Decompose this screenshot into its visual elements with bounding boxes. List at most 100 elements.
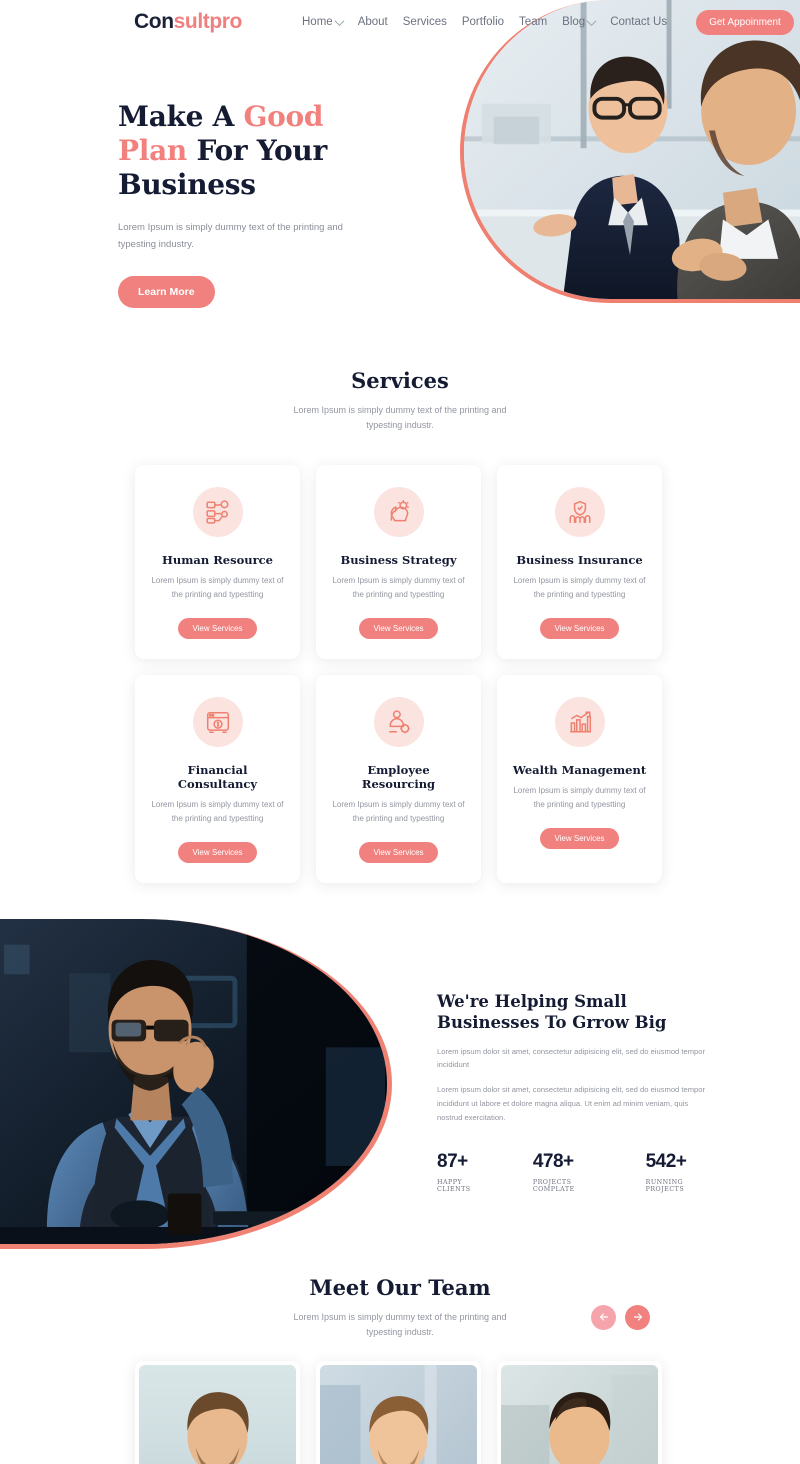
nav-item-services[interactable]: Services [403, 16, 447, 28]
view-services-button[interactable]: View Services [540, 617, 619, 639]
brand-logo-part2: sultpro [173, 10, 243, 33]
nav-item-about[interactable]: About [358, 16, 388, 28]
stat-projects-complate: 478+ Projects Complate [533, 1151, 598, 1193]
service-card-title: Business Strategy [340, 552, 457, 567]
hero-subtitle: Lorem Ipsum is simply dummy text of the … [118, 222, 343, 251]
view-services-button[interactable]: View Services [359, 841, 438, 863]
browser-money-icon [192, 696, 243, 747]
head-idea-icon [373, 486, 424, 537]
nav-item-contact-us[interactable]: Contact Us [610, 16, 667, 28]
stat-label: Running Projects [645, 1178, 685, 1193]
service-card[interactable]: Business Insurance Lorem Ipsum is simply… [497, 464, 662, 659]
main-navigation: Consultpro Home About Services Portfolio… [0, 0, 800, 44]
arrow-left-icon[interactable] [591, 1304, 616, 1330]
portrait-illustration [139, 1365, 296, 1464]
team-member-photo-1 [139, 1365, 296, 1464]
team-subtitle: Lorem Ipsum is simply dummy text of the … [293, 1311, 507, 1337]
nav-item-portfolio[interactable]: Portfolio [462, 16, 504, 28]
team-title: Meet Our Team [309, 1274, 491, 1300]
service-card[interactable]: Wealth Management Lorem Ipsum is simply … [497, 674, 662, 883]
team-member-card[interactable]: Manager Jacks Killis [316, 1361, 481, 1464]
team-member-card[interactable]: Manager Jacks Killis [497, 1361, 662, 1464]
hero-title-highlight2: Plan [118, 134, 187, 168]
hero-title-part3: Business [118, 168, 256, 202]
stat-label: Happy Clients [437, 1178, 471, 1193]
about-image-shape [0, 918, 392, 1249]
service-card-desc: Lorem Ipsum is simply dummy text of the … [332, 799, 465, 823]
nav-item-home-label: Home [302, 16, 333, 28]
nav-item-team[interactable]: Team [519, 16, 547, 28]
service-card[interactable]: Employee Resourcing Lorem Ipsum is simpl… [316, 674, 481, 883]
hero-section: Consultpro Home About Services Portfolio… [0, 0, 800, 330]
team-member-card[interactable]: Manager Jacks Killis [135, 1361, 300, 1464]
stat-value: 87+ [437, 1150, 468, 1172]
service-card-desc: Lorem Ipsum is simply dummy text of the … [151, 575, 284, 599]
about-text-block: We're Helping Small Businesses To Grrow B… [437, 991, 707, 1193]
chevron-down-icon [334, 15, 345, 26]
service-card-desc: Lorem Ipsum is simply dummy text of the … [513, 575, 646, 599]
services-section: Services Lorem Ipsum is simply dummy tex… [0, 330, 800, 883]
service-card[interactable]: Business Strategy Lorem Ipsum is simply … [316, 464, 481, 659]
stat-value: 478+ [532, 1150, 574, 1172]
hero-title-highlight1: Good [243, 100, 324, 133]
about-paragraph-2: Lorem ipsum dolor sit amet, consectetur … [437, 1085, 706, 1122]
about-title-line1: We're Helping Small [437, 991, 627, 1011]
services-title: Services [351, 368, 449, 393]
about-image-container [0, 918, 392, 1249]
get-appointment-button[interactable]: Get Appoinment [696, 9, 794, 35]
about-title: We're Helping Small Businesses To Grrow B… [437, 991, 707, 1034]
stat-label: Projects Complate [532, 1178, 575, 1193]
team-member-photo-3 [501, 1365, 658, 1464]
service-card-title: Financial Consultancy [177, 762, 258, 791]
team-section: Meet Our Team Lorem Ipsum is simply dumm… [0, 1249, 800, 1464]
chevron-down-icon [586, 15, 597, 26]
nav-item-blog[interactable]: Blog [562, 15, 597, 28]
about-photo-man-at-computer [0, 918, 387, 1244]
person-gear-icon [373, 696, 424, 747]
hero-text-block: Make A Good Plan For Your Business Lorem I… [118, 100, 448, 308]
portrait-illustration [501, 1365, 658, 1464]
learn-more-button[interactable]: Learn More [118, 275, 215, 308]
service-card-desc: Lorem Ipsum is simply dummy text of the … [513, 785, 646, 809]
hero-photo-businessmen-meeting [464, 0, 800, 299]
view-services-button[interactable]: View Services [178, 841, 257, 863]
network-nodes-icon [192, 486, 243, 537]
brand-logo[interactable]: Consultpro [134, 10, 242, 34]
service-card-desc: Lorem Ipsum is simply dummy text of the … [332, 575, 465, 599]
nav-item-home[interactable]: Home [302, 15, 345, 28]
about-section: We're Helping Small Businesses To Grrow B… [0, 918, 800, 1249]
brand-logo-part1: Con [134, 10, 174, 33]
service-card-title: Wealth Management [512, 762, 647, 777]
team-carousel-controls [591, 1304, 650, 1330]
about-title-line2: Businesses To Grrow Big [437, 1013, 667, 1033]
services-subtitle: Lorem Ipsum is simply dummy text of the … [293, 405, 507, 430]
hero-title: Make A Good Plan For Your Business [118, 100, 448, 202]
stat-happy-clients: 87+ Happy Clients [437, 1151, 485, 1193]
hands-shield-icon [554, 486, 605, 537]
team-card-grid: Manager Jacks Killis [135, 1361, 665, 1464]
hero-image-container [460, 0, 800, 303]
stat-value: 542+ [645, 1150, 687, 1172]
services-card-grid: Human Resource Lorem Ipsum is simply dum… [135, 464, 665, 883]
hero-image-shape [460, 0, 800, 303]
view-services-button[interactable]: View Services [359, 617, 438, 639]
hero-title-part2: For Your [187, 134, 327, 168]
arrow-right-icon[interactable] [625, 1304, 650, 1330]
service-card-title: Employee Resourcing [361, 762, 436, 791]
service-card[interactable]: Human Resource Lorem Ipsum is simply dum… [135, 464, 300, 659]
nav-links: Home About Services Portfolio Team Blog … [302, 9, 794, 35]
view-services-button[interactable]: View Services [178, 617, 257, 639]
about-stats-row: 87+ Happy Clients 478+ Projects Complate… [437, 1151, 707, 1193]
service-card-title: Human Resource [162, 552, 273, 567]
view-services-button[interactable]: View Services [540, 827, 619, 849]
about-paragraph-1: Lorem ipsum dolor sit amet, consectetur … [437, 1046, 706, 1070]
service-card[interactable]: Financial Consultancy Lorem Ipsum is sim… [135, 674, 300, 883]
team-header-row: Meet Our Team Lorem Ipsum is simply dumm… [0, 1275, 800, 1340]
service-card-desc: Lorem Ipsum is simply dummy text of the … [151, 799, 284, 823]
stat-running-projects: 542+ Running Projects [646, 1151, 707, 1193]
nav-item-blog-label: Blog [562, 16, 586, 28]
hero-title-part1: Make A [118, 100, 244, 133]
bar-chart-growth-icon [554, 696, 605, 747]
portrait-illustration [320, 1365, 477, 1464]
team-member-photo-2 [320, 1365, 477, 1464]
